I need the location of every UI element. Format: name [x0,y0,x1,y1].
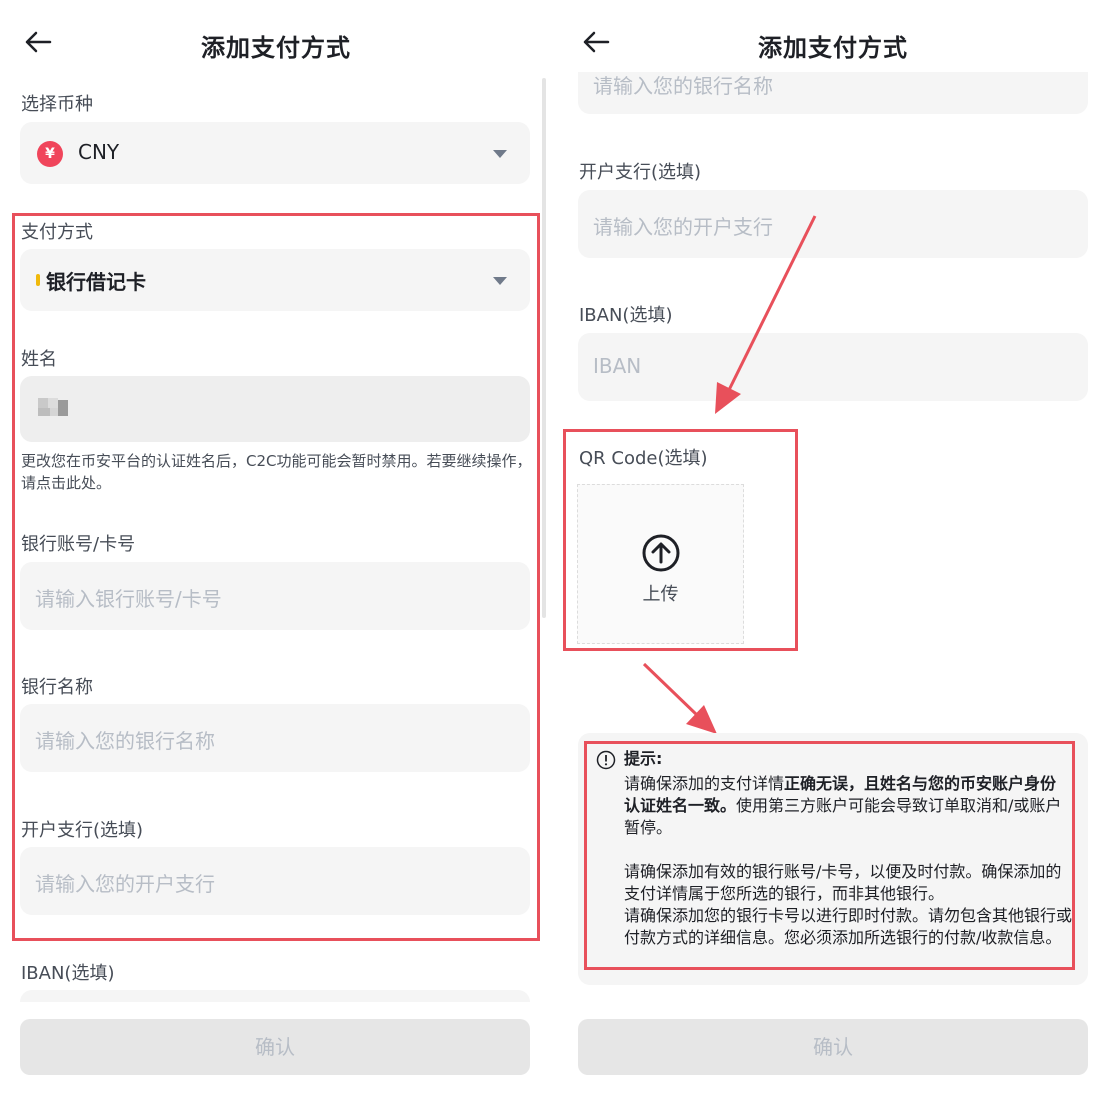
confirm-button[interactable]: 确认 [578,1019,1088,1075]
currency-select[interactable]: ¥ CNY [20,122,530,184]
chevron-down-icon [493,150,507,158]
currency-label: 选择币种 [21,94,93,115]
highlight-box-tip [584,741,1075,970]
left-screen: 添加支付方式 选择币种 ¥ CNY 支付方式 银行借记卡 姓名 更改您在币安平台… [0,0,552,1095]
confirm-button[interactable]: 确认 [20,1019,530,1075]
currency-value: CNY [78,140,120,164]
scrollbar[interactable] [542,78,546,618]
cny-badge-icon: ¥ [37,141,63,167]
page-title: 添加支付方式 [201,34,351,62]
iban-label: IBAN(选填) [21,963,115,984]
right-screen: 请输入您的银行名称 添加支付方式 开户支行(选填) 请输入您的开户支行 IBAN… [557,0,1109,1095]
highlight-box [12,213,540,941]
